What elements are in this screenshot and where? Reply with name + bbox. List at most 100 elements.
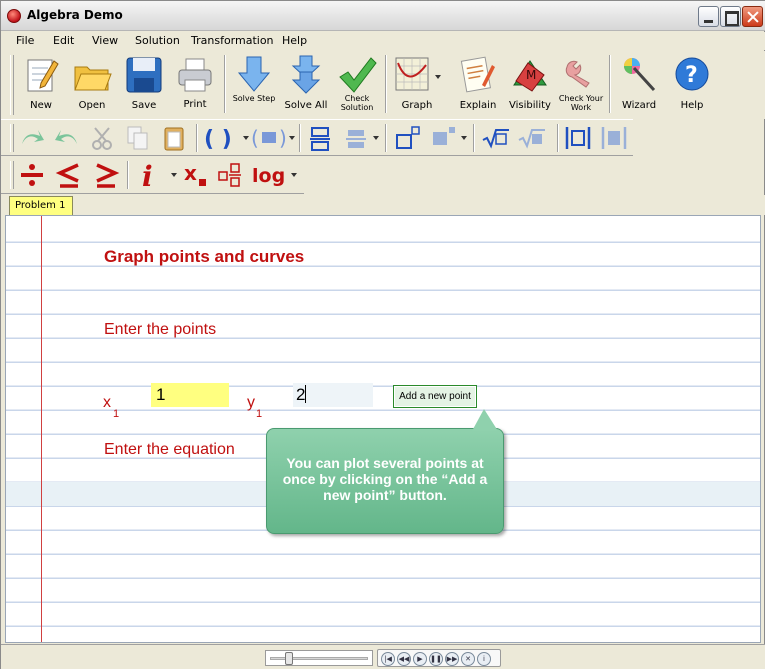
menu-transformation[interactable]: Transformation [191,34,274,47]
toolbar-separator [385,55,387,113]
nth-root-icon[interactable] [517,124,547,152]
subscript-variable-icon[interactable]: x [182,161,212,189]
absolute-value-icon[interactable] [563,124,593,152]
svg-text:log: log [252,165,285,187]
slider-thumb[interactable] [285,652,293,665]
svg-text:i: i [142,161,153,189]
visibility-button[interactable]: M Visibility [505,53,555,117]
x-input-field[interactable]: 1 [151,383,229,407]
svg-text:( ): ( ) [204,127,232,152]
cut-icon[interactable] [91,124,115,152]
new-button[interactable]: New [19,53,63,117]
logarithm-icon[interactable]: log [251,161,289,189]
fraction-alt-icon[interactable] [343,124,371,152]
play-icon[interactable]: ▶ [413,652,427,666]
fraction-dropdown-icon[interactable] [373,124,379,152]
undo-icon[interactable] [18,124,46,152]
x-subscript: 1 [113,408,120,420]
app-icon[interactable] [7,9,21,23]
status-bar: |◀ ◀◀ ▶ ❚❚ ▶▶ ✕ i [1,644,765,669]
y-input-value: 2 [296,385,306,404]
toolbar-separator [473,124,475,152]
y-label: y [247,394,255,411]
info-icon[interactable]: i [477,652,491,666]
redo-icon[interactable] [53,124,81,152]
tab-problem-1[interactable]: Problem 1 [9,196,73,215]
toolbar-separator [224,55,226,113]
toolbar-separator [557,124,559,152]
graph-dropdown-icon[interactable] [435,75,441,80]
graph-label: Graph [401,100,433,111]
menu-edit[interactable]: Edit [53,34,74,47]
notebook-canvas[interactable]: Graph points and curves Enter the points… [5,215,761,643]
maximize-button[interactable] [720,6,741,27]
solve-all-button[interactable]: Solve All [281,53,331,117]
menu-solution[interactable]: Solution [135,34,180,47]
stop-icon[interactable]: ✕ [461,652,475,666]
greater-than-or-equal-icon[interactable] [91,161,121,189]
toolbar-grip[interactable] [10,124,14,152]
add-new-point-button[interactable]: Add a new point [393,385,477,408]
toolbar-grip[interactable] [10,55,14,115]
open-button[interactable]: Open [67,53,117,117]
log-dropdown-icon[interactable] [291,161,297,189]
svg-text:(: ( [251,126,259,150]
title-bar[interactable]: Algebra Demo [1,1,765,31]
check-solution-button[interactable]: Check Solution [334,53,380,117]
bracket-box-icon[interactable]: () [249,124,291,152]
solve-step-button[interactable]: Solve Step [231,53,277,117]
first-step-icon[interactable]: |◀ [381,652,395,666]
new-document-icon [27,59,59,92]
constants-dropdown-icon[interactable] [171,161,177,189]
square-root-icon[interactable] [481,124,511,152]
less-than-or-equal-icon[interactable] [54,161,84,189]
visibility-icon: M [513,60,547,92]
explain-button[interactable]: Explain [455,53,501,117]
symbols-toolbar: i x log [1,157,304,194]
checkmark-icon [339,57,377,93]
parentheses-icon[interactable]: ( ) [201,124,243,152]
help-question-icon: ? [675,57,709,91]
pause-icon[interactable]: ❚❚ [429,652,443,666]
svg-text:x: x [184,161,197,185]
minimize-button[interactable] [698,6,719,27]
menu-bar: File Edit View Solution Transformation H… [1,32,765,50]
print-button[interactable]: Print [171,53,219,117]
playback-controls: |◀ ◀◀ ▶ ❚❚ ▶▶ ✕ i [377,649,501,667]
norm-icon[interactable] [599,124,629,152]
toolbar-separator [127,161,129,189]
divide-icon[interactable] [18,161,46,189]
wizard-wand-icon [624,58,656,92]
wizard-button[interactable]: Wizard [615,53,663,117]
y-input-field[interactable]: 2 [293,383,373,407]
graph-button[interactable]: Graph [390,53,444,117]
power-icon[interactable] [393,124,423,152]
x-label: x [103,394,111,411]
power-dropdown-icon[interactable] [461,124,467,152]
menu-view[interactable]: View [92,34,118,47]
bracket-dropdown-icon[interactable] [289,124,295,152]
imaginary-unit-icon[interactable]: i [137,161,161,189]
rewind-icon[interactable]: ◀◀ [397,652,411,666]
paste-icon[interactable] [161,124,187,152]
solve-all-label: Solve All [284,100,328,111]
toolbar-separator [385,124,387,152]
graph-icon [395,57,429,91]
zoom-slider[interactable] [265,650,373,666]
save-button[interactable]: Save [121,53,167,117]
explain-document-icon [460,56,495,93]
close-button[interactable] [742,6,763,27]
toolbar-grip[interactable] [10,161,14,189]
fraction-icon[interactable] [307,124,333,152]
menu-file[interactable]: File [16,34,34,47]
subscript-icon[interactable] [429,124,459,152]
mixed-fraction-icon[interactable] [217,161,247,189]
check-your-work-button[interactable]: Check Your Work [557,53,605,117]
fast-forward-icon[interactable]: ▶▶ [445,652,459,666]
help-button[interactable]: ? Help [667,53,717,117]
menu-help[interactable]: Help [282,34,307,47]
copy-icon[interactable] [125,124,151,152]
equation-instruction: Enter the equation [104,441,235,458]
svg-text:?: ? [685,63,698,88]
solve-step-label: Solve Step [232,94,276,103]
